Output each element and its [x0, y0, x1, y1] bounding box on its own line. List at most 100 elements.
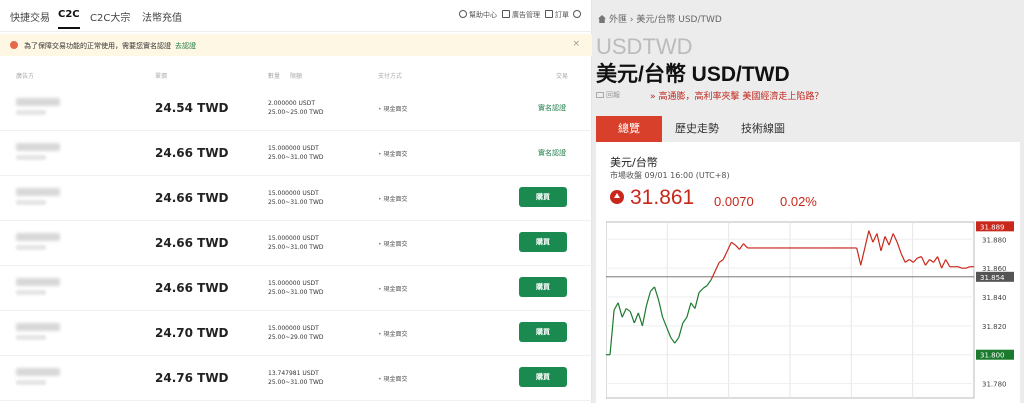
table-row: 24.66 TWD 15.000000 USDT 25.00~31.00 TWD 現金… — [0, 131, 592, 176]
tab-history[interactable]: 歷史走勢 — [666, 116, 728, 142]
advertiser-name-redacted — [16, 233, 60, 241]
table-row: 24.66 TWD 15.000000 USDT 25.00~31.00 TWD 現金… — [0, 221, 592, 266]
row-amount: 2.000000 USDT — [268, 100, 316, 107]
advertiser-stats-redacted — [16, 335, 46, 340]
notice-text: 為了保障交易功能的正常使用，需要您實名認證 — [24, 42, 171, 50]
advertiser-stats-redacted — [16, 380, 46, 385]
quote-change: 0.0070 — [714, 194, 754, 209]
buy-button[interactable]: 購買 — [519, 277, 567, 297]
advertiser-name-redacted — [16, 323, 60, 331]
intraday-chart[interactable]: 31.78031.80031.82031.84031.86031.88031.8… — [606, 220, 1016, 400]
quote-price: 31.861 — [630, 186, 695, 209]
advertiser-stats-redacted — [16, 200, 46, 205]
orders-link[interactable]: 訂單 — [545, 10, 569, 20]
orders-icon — [545, 10, 553, 18]
row-payment: 現金面交 — [378, 104, 408, 113]
table-row: 24.66 TWD 15.000000 USDT 25.00~31.00 TWD 現金… — [0, 176, 592, 221]
fx-quote-panel: 外匯 › 美元/台幣 USD/TWD USDTWD 美元/台幣 USD/TWD … — [592, 0, 1024, 403]
breadcrumb-fx[interactable]: 外匯 — [609, 15, 627, 25]
row-payment: 現金面交 — [378, 239, 408, 248]
row-amount: 15.000000 USDT — [268, 145, 319, 152]
table-row: 24.54 TWD 2.000000 USDT 25.00~25.00 TWD 現金面… — [0, 86, 592, 131]
col-limit: 限額 — [290, 73, 303, 80]
help-center-link[interactable]: 幫助中心 — [459, 10, 497, 20]
row-amount: 15.000000 USDT — [268, 280, 319, 287]
pair-name: 美元/台幣 USD/TWD — [596, 63, 790, 86]
y-tick-label: 31.880 — [982, 236, 1007, 244]
y-tick-label: 31.780 — [982, 381, 1007, 389]
row-price: 24.54 TWD — [155, 101, 229, 115]
advertiser-name-redacted — [16, 368, 60, 376]
tab-c2c-bulk[interactable]: C2C大宗 — [90, 9, 130, 24]
table-row: 24.76 TWD 13.747981 USDT 25.00~31.00 TWD 現金… — [0, 356, 592, 401]
table-row: 24.66 TWD 15.000000 USDT 25.00~31.00 TWD 現金… — [0, 266, 592, 311]
advertiser-stats-redacted — [16, 110, 46, 115]
table-header: 廣告方 單價 數量 限額 支付方式 交易 — [0, 68, 592, 82]
double-chevron-icon: » — [650, 92, 656, 102]
col-payment: 支付方式 — [378, 73, 403, 80]
row-amount: 15.000000 USDT — [268, 190, 319, 197]
row-price: 24.66 TWD — [155, 281, 229, 295]
y-tick-label: 31.820 — [982, 323, 1007, 331]
axis-marker-label: 31.889 — [980, 223, 1005, 231]
advertiser-stats-redacted — [16, 245, 46, 250]
home-icon — [598, 15, 606, 23]
advertiser-name-redacted — [16, 188, 60, 196]
row-payment: 現金面交 — [378, 329, 408, 338]
settings-icon — [573, 10, 581, 18]
top-nav: 快捷交易 C2C C2C大宗 法幣充值 幫助中心 廣告管理 訂單 — [0, 0, 592, 32]
report-link[interactable]: 回報 — [596, 90, 620, 100]
tab-quick-trade[interactable]: 快捷交易 — [10, 9, 50, 24]
verify-button[interactable]: 實名認證 — [538, 103, 566, 113]
tab-technical[interactable]: 技術線圖 — [732, 116, 794, 142]
buy-button[interactable]: 購買 — [519, 187, 567, 207]
row-payment: 現金面交 — [378, 284, 408, 293]
quote-change-pct: 0.02% — [780, 194, 817, 209]
tab-fiat-deposit[interactable]: 法幣充值 — [142, 9, 182, 24]
buy-button[interactable]: 購買 — [519, 322, 567, 342]
verify-link[interactable]: 去認證 — [175, 42, 196, 50]
col-advertiser: 廣告方 — [16, 73, 35, 80]
col-amount: 數量 — [268, 73, 281, 80]
row-amount: 15.000000 USDT — [268, 235, 319, 242]
row-price: 24.70 TWD — [155, 326, 229, 340]
row-price: 24.66 TWD — [155, 191, 229, 205]
c2c-panel: 快捷交易 C2C C2C大宗 法幣充值 幫助中心 廣告管理 訂單 為了保障交易功… — [0, 0, 592, 403]
report-icon — [596, 92, 604, 98]
quote-name: 美元/台幣 — [610, 156, 658, 169]
breadcrumb: 外匯 › 美元/台幣 USD/TWD — [598, 12, 722, 25]
verification-notice: 為了保障交易功能的正常使用，需要您實名認證 去認證 × — [0, 34, 592, 56]
row-amount: 13.747981 USDT — [268, 370, 319, 377]
row-price: 24.66 TWD — [155, 236, 229, 250]
quote-time: 市場收盤 09/01 16:00 (UTC+8) — [610, 171, 730, 180]
close-icon[interactable]: × — [572, 39, 580, 49]
advertiser-name-redacted — [16, 278, 60, 286]
row-limit: 25.00~31.00 TWD — [268, 199, 324, 206]
verify-button[interactable]: 實名認證 — [538, 148, 566, 158]
symbol-code: USDTWD — [596, 34, 693, 59]
table-row: 24.70 TWD 15.000000 USDT 25.00~29.00 TWD 現金… — [0, 311, 592, 356]
row-payment: 現金面交 — [378, 149, 408, 158]
row-limit: 25.00~25.00 TWD — [268, 109, 324, 116]
advertiser-stats-redacted — [16, 290, 46, 295]
row-payment: 現金面交 — [378, 374, 408, 383]
ad-manage-link[interactable]: 廣告管理 — [502, 10, 540, 20]
quote-tabs: 總覽 歷史走勢 技術線圖 — [596, 116, 1020, 142]
tab-c2c[interactable]: C2C — [58, 9, 80, 29]
settings-link[interactable] — [573, 10, 583, 19]
tab-overview[interactable]: 總覽 — [596, 116, 662, 142]
up-arrow-icon — [610, 190, 624, 204]
row-payment: 現金面交 — [378, 194, 408, 203]
row-amount: 15.000000 USDT — [268, 325, 319, 332]
y-tick-label: 31.840 — [982, 294, 1007, 302]
promo-link[interactable]: » 高通膨，高利率夾擊 美國經濟走上陷路？ — [650, 89, 823, 102]
quote-card: 美元/台幣 市場收盤 09/01 16:00 (UTC+8) 31.861 0.… — [596, 142, 1020, 403]
buy-button[interactable]: 購買 — [519, 367, 567, 387]
col-trade: 交易 — [556, 73, 569, 80]
row-limit: 25.00~31.00 TWD — [268, 244, 324, 251]
row-limit: 25.00~31.00 TWD — [268, 154, 324, 161]
warning-icon — [10, 41, 18, 49]
row-price: 24.66 TWD — [155, 146, 229, 160]
buy-button[interactable]: 購買 — [519, 232, 567, 252]
row-limit: 25.00~31.00 TWD — [268, 289, 324, 296]
